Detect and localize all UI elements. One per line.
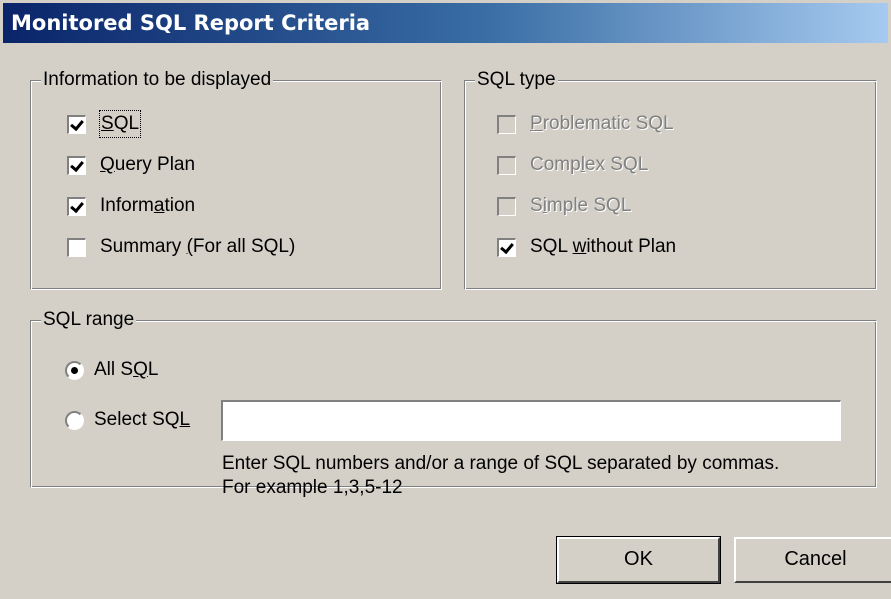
radio-select-sql-label: Select SQL (94, 409, 191, 430)
sql-range-hint: Enter SQL numbers and/or a range of SQL … (222, 452, 779, 500)
radio-all-sql-button[interactable] (65, 360, 84, 380)
checkbox-query-plan-box[interactable] (66, 154, 87, 176)
checkbox-sql-without-plan-box[interactable] (496, 236, 517, 258)
checkbox-query-plan[interactable]: Query Plan (66, 152, 196, 178)
sql-range-hint-line2: For example 1,3,5-12 (222, 477, 403, 498)
ok-button[interactable]: OK (556, 536, 721, 584)
checkbox-complex-sql-box (496, 154, 517, 176)
info-group: Information to be displayed SQL Query Pl… (30, 68, 442, 290)
radio-select-sql-button[interactable] (65, 410, 84, 430)
radio-select-sql[interactable]: Select SQL (65, 407, 190, 433)
checkbox-summary-label: Summary (For all SQL) (100, 236, 296, 257)
info-group-legend: Information to be displayed (41, 68, 274, 92)
checkbox-complex-sql: Complex SQL (496, 152, 649, 178)
checkbox-summary-box[interactable] (66, 236, 87, 258)
checkbox-problematic-sql-box (496, 113, 517, 135)
checkbox-simple-sql: Simple SQL (496, 193, 632, 219)
checkbox-information[interactable]: Information (66, 193, 196, 219)
radio-all-sql-label: All SQL (94, 359, 159, 380)
checkbox-problematic-sql: Problematic SQL (496, 111, 674, 137)
checkbox-summary[interactable]: Summary (For all SQL) (66, 234, 296, 260)
sql-numbers-input[interactable] (221, 400, 841, 441)
sql-type-group-legend: SQL type (475, 68, 558, 92)
dialog-title: Monitored SQL Report Criteria (3, 3, 888, 43)
checkbox-problematic-sql-label: Problematic SQL (530, 113, 674, 134)
checkbox-sql-without-plan-label: SQL without Plan (530, 236, 677, 257)
report-criteria-dialog: Monitored SQL Report Criteria Informatio… (0, 0, 891, 599)
checkbox-query-plan-label: Query Plan (100, 154, 196, 175)
radio-all-sql[interactable]: All SQL (65, 357, 158, 383)
sql-type-group: SQL type Problematic SQL Complex SQL Sim… (464, 68, 877, 290)
cancel-button[interactable]: Cancel (734, 537, 891, 583)
checkbox-simple-sql-label: Simple SQL (530, 195, 632, 216)
sql-range-group-legend: SQL range (41, 308, 137, 332)
checkbox-sql-label: SQL (98, 110, 142, 138)
checkbox-sql-box[interactable] (66, 113, 87, 135)
checkbox-sql-without-plan[interactable]: SQL without Plan (496, 234, 677, 260)
sql-range-hint-line1: Enter SQL numbers and/or a range of SQL … (222, 453, 780, 474)
checkbox-simple-sql-box (496, 195, 517, 217)
checkbox-sql[interactable]: SQL (66, 110, 142, 138)
checkbox-information-box[interactable] (66, 195, 87, 217)
checkbox-information-label: Information (100, 195, 196, 216)
checkbox-complex-sql-label: Complex SQL (530, 154, 649, 175)
